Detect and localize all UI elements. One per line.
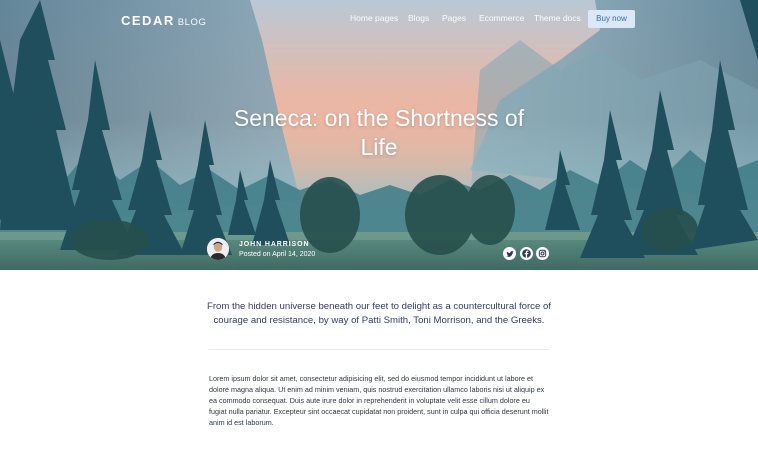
site-logo[interactable]: CEDAR BLOG xyxy=(121,12,207,30)
logo-suffix: BLOG xyxy=(177,17,207,28)
post-date: Posted on April 14, 2020 xyxy=(239,251,316,258)
nav-theme-docs[interactable]: Theme docs xyxy=(534,13,581,23)
instagram-icon[interactable] xyxy=(536,247,549,260)
logo-wordmark: CEDAR xyxy=(121,13,175,28)
post-title: Seneca: on the Shortness of Life xyxy=(233,105,525,160)
section-divider xyxy=(209,349,549,350)
post-lead: From the hidden universe beneath our fee… xyxy=(207,301,551,326)
nav-home-pages[interactable]: Home pages xyxy=(350,13,398,23)
author-name[interactable]: JOHN HARRISON xyxy=(239,241,309,248)
facebook-icon[interactable] xyxy=(520,247,533,260)
nav-blogs[interactable]: Blogs xyxy=(408,13,429,23)
nav-ecommerce[interactable]: Ecommerce xyxy=(479,13,524,23)
twitter-icon[interactable] xyxy=(503,247,516,260)
author-avatar[interactable] xyxy=(207,238,229,260)
post-body: Lorem ipsum dolor sit amet, consectetur … xyxy=(209,374,549,427)
buy-now-button[interactable]: Buy now xyxy=(588,10,635,28)
nav-pages[interactable]: Pages xyxy=(442,13,466,23)
hero-section: CEDAR BLOG Home pages Blogs Pages Ecommer… xyxy=(0,0,758,270)
top-navigation: CEDAR BLOG Home pages Blogs Pages Ecommer… xyxy=(0,0,758,38)
